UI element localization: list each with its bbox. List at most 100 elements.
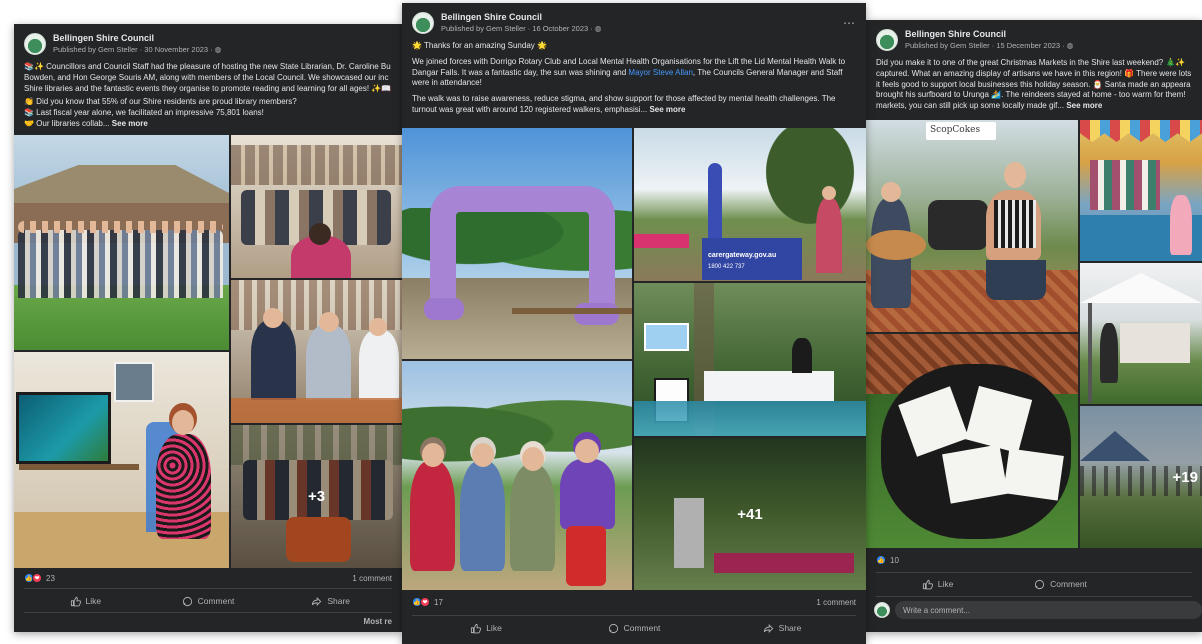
post-paragraph: 📚✨ Councillors and Council Staff had the… xyxy=(24,62,392,93)
photo-more-overlay[interactable]: +19 xyxy=(1080,406,1202,548)
share-icon xyxy=(763,623,774,634)
page-avatar[interactable] xyxy=(876,29,898,51)
post-paragraph: Did you make it to one of the great Chri… xyxy=(876,58,1192,112)
photo-audience[interactable] xyxy=(231,280,402,423)
love-reaction-icon: ❤ xyxy=(32,573,42,583)
like-button-label: Like xyxy=(937,579,954,589)
more-icon[interactable]: ⋯ xyxy=(843,16,856,30)
like-button[interactable]: Like xyxy=(876,575,999,593)
like-button[interactable]: Like xyxy=(24,592,147,610)
page-avatar[interactable] xyxy=(24,33,46,55)
like-reaction-icon: 👍 xyxy=(876,555,886,565)
post-paragraph-body: The walk was to raise awareness, reduce … xyxy=(412,94,836,114)
photo-market-marquee[interactable] xyxy=(1080,263,1202,404)
post-paragraph: We joined forces with Dorrigo Rotary Clu… xyxy=(412,57,856,89)
more-photos-count[interactable]: +19 xyxy=(1080,406,1202,548)
page-name[interactable]: Bellingen Shire Council xyxy=(441,12,843,23)
reaction-count[interactable]: 10 xyxy=(890,556,899,565)
page-name[interactable]: Bellingen Shire Council xyxy=(53,33,392,44)
share-button-label: Share xyxy=(778,623,802,633)
post-header: Bellingen Shire Council Published by Gem… xyxy=(14,24,402,58)
photo-zines-bag[interactable] xyxy=(866,334,1078,548)
comment-input[interactable] xyxy=(895,601,1202,619)
carer-gateway-banner: carergateway.gov.au 1800 422 737 xyxy=(702,238,802,280)
more-photos-count[interactable]: +41 xyxy=(634,438,866,590)
photo-group-outside[interactable] xyxy=(14,135,229,350)
photo-market-musicians[interactable]: ScopCokes xyxy=(866,120,1078,332)
photo-grid: ScopCokes +19 xyxy=(866,120,1202,548)
user-avatar[interactable] xyxy=(874,602,890,618)
stall-sign: ScopCokes xyxy=(926,122,996,140)
photo-inflatable-arch[interactable] xyxy=(402,128,632,359)
photo-grid: +3 xyxy=(14,135,402,568)
reaction-count[interactable]: 17 xyxy=(434,598,443,607)
banner-phone: 1800 422 737 xyxy=(708,264,745,270)
share-button[interactable]: Share xyxy=(708,619,856,637)
divider xyxy=(876,596,1192,597)
post-paragraph: The walk was to raise awareness, reduce … xyxy=(412,94,856,116)
photo-info-table[interactable] xyxy=(634,283,866,436)
photo-carer-gateway-stall[interactable]: carergateway.gov.au 1800 422 737 xyxy=(634,128,866,281)
reaction-count[interactable]: 23 xyxy=(46,574,55,583)
photo-meeting-room[interactable] xyxy=(231,135,402,278)
more-photos-count[interactable]: +3 xyxy=(231,425,402,568)
see-more-link[interactable]: See more xyxy=(649,105,685,114)
comment-button-label: Comment xyxy=(197,596,235,606)
photo-walkers-group[interactable] xyxy=(402,361,632,590)
photo-more-overlay[interactable]: +3 xyxy=(231,425,402,568)
comment-button[interactable]: Comment xyxy=(560,619,708,637)
divider xyxy=(24,612,392,613)
share-button[interactable]: Share xyxy=(269,592,392,610)
divider xyxy=(876,572,1192,573)
like-button[interactable]: Like xyxy=(412,619,560,637)
post-paragraph: 📚 Last fiscal year alone, we facilitated… xyxy=(24,108,264,118)
comment-count[interactable]: 1 comment xyxy=(816,598,856,607)
like-button-label: Like xyxy=(85,596,102,606)
comment-count[interactable]: 1 comment xyxy=(352,574,392,583)
post-actions: Like Comment Share xyxy=(412,619,856,637)
comment-icon xyxy=(1034,579,1045,590)
post-header: Bellingen Shire Council Published by Gem… xyxy=(866,20,1202,54)
post-meta: Published by Gem Steller · 16 October 20… xyxy=(441,24,602,33)
post-actions: Like Comment Share xyxy=(24,592,392,610)
reactions-bar: 👍 10 xyxy=(876,555,1192,565)
comment-button[interactable]: Comment xyxy=(147,592,270,610)
banner-text: carergateway.gov.au xyxy=(708,252,777,259)
like-icon xyxy=(70,596,81,607)
divider xyxy=(24,588,392,589)
comment-icon xyxy=(608,623,619,634)
post-paragraph-tail: 🤝 Our libraries collab... xyxy=(24,118,110,128)
comment-button-label: Comment xyxy=(623,623,661,633)
page-avatar[interactable] xyxy=(412,12,434,34)
love-reaction-icon: ❤ xyxy=(420,597,430,607)
comment-composer xyxy=(874,601,1202,619)
post-meta: Published by Gem Steller · 30 November 2… xyxy=(53,45,222,54)
post-meta: Published by Gem Steller · 15 December 2… xyxy=(905,41,1074,50)
reactions-bar: 👍 ❤ 17 1 comment xyxy=(412,597,856,607)
post-paragraph: 🤝 Our libraries collab... See more xyxy=(24,119,392,130)
share-button-label: Share xyxy=(327,596,351,606)
comment-button[interactable]: Comment xyxy=(999,575,1122,593)
post-paragraph: 👏 Did you know that 55% of our Shire res… xyxy=(24,97,297,107)
share-icon xyxy=(311,596,322,607)
see-more-link[interactable]: See more xyxy=(1066,101,1102,110)
comment-sort-dropdown[interactable]: Most re xyxy=(364,617,392,626)
comment-icon xyxy=(182,596,193,607)
post-card-christmas-markets: Bellingen Shire Council Published by Gem… xyxy=(866,20,1202,632)
post-actions: Like Comment xyxy=(876,575,1122,593)
photo-craft-stall[interactable] xyxy=(1080,120,1202,261)
post-text: 🌟 Thanks for an amazing Sunday 🌟 We join… xyxy=(402,37,866,123)
comment-button-label: Comment xyxy=(1050,579,1087,589)
stall-sign-text: ScopCokes xyxy=(930,125,981,135)
post-text: Did you make it to one of the great Chri… xyxy=(866,54,1202,114)
post-card-library: Bellingen Shire Council Published by Gem… xyxy=(14,24,402,632)
photo-more-overlay[interactable]: +41 xyxy=(634,438,866,590)
divider xyxy=(412,615,856,616)
like-icon xyxy=(922,579,933,590)
mayor-mention-link[interactable]: Mayor Steve Allan xyxy=(628,68,692,77)
photo-presenter[interactable] xyxy=(14,352,229,568)
post-paragraph-body: Did you make it to one of the great Chri… xyxy=(876,58,1192,111)
like-button-label: Like xyxy=(486,623,502,633)
see-more-link[interactable]: See more xyxy=(112,119,148,128)
page-name[interactable]: Bellingen Shire Council xyxy=(905,29,1192,40)
